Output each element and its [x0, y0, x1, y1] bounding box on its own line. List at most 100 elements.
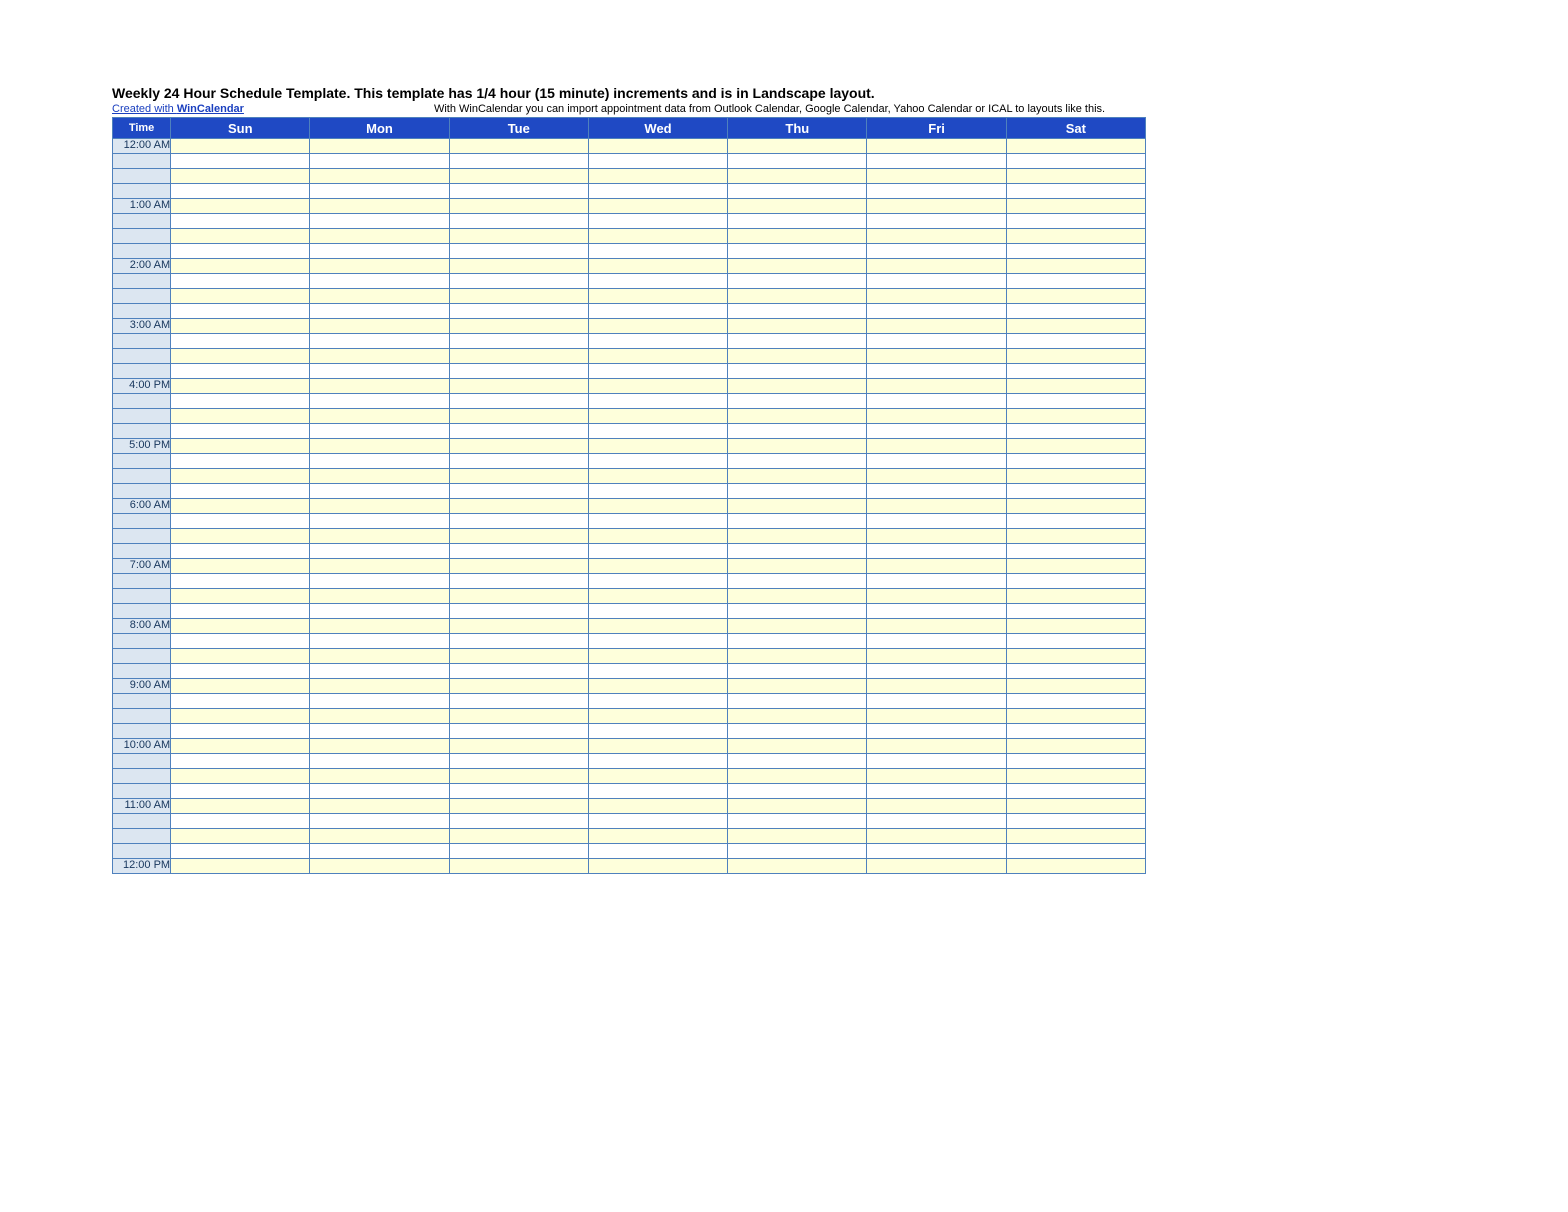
schedule-cell[interactable] [867, 244, 1006, 259]
schedule-cell[interactable] [171, 439, 310, 454]
schedule-cell[interactable] [588, 409, 727, 424]
schedule-cell[interactable] [449, 529, 588, 544]
schedule-cell[interactable] [867, 589, 1006, 604]
schedule-cell[interactable] [728, 439, 867, 454]
schedule-cell[interactable] [310, 499, 449, 514]
schedule-cell[interactable] [728, 544, 867, 559]
schedule-cell[interactable] [588, 544, 727, 559]
schedule-cell[interactable] [449, 634, 588, 649]
schedule-cell[interactable] [1006, 349, 1145, 364]
schedule-cell[interactable] [588, 184, 727, 199]
schedule-cell[interactable] [171, 289, 310, 304]
schedule-cell[interactable] [867, 724, 1006, 739]
schedule-cell[interactable] [171, 514, 310, 529]
schedule-cell[interactable] [867, 154, 1006, 169]
schedule-cell[interactable] [728, 424, 867, 439]
schedule-cell[interactable] [449, 169, 588, 184]
schedule-cell[interactable] [867, 349, 1006, 364]
schedule-cell[interactable] [1006, 439, 1145, 454]
schedule-cell[interactable] [310, 334, 449, 349]
schedule-cell[interactable] [728, 709, 867, 724]
schedule-cell[interactable] [449, 724, 588, 739]
schedule-cell[interactable] [171, 529, 310, 544]
schedule-cell[interactable] [449, 214, 588, 229]
schedule-cell[interactable] [1006, 769, 1145, 784]
schedule-cell[interactable] [1006, 409, 1145, 424]
schedule-cell[interactable] [310, 664, 449, 679]
schedule-cell[interactable] [588, 619, 727, 634]
schedule-cell[interactable] [449, 439, 588, 454]
schedule-cell[interactable] [1006, 574, 1145, 589]
schedule-cell[interactable] [1006, 154, 1145, 169]
schedule-cell[interactable] [867, 799, 1006, 814]
schedule-cell[interactable] [310, 319, 449, 334]
schedule-cell[interactable] [449, 649, 588, 664]
schedule-cell[interactable] [588, 199, 727, 214]
schedule-cell[interactable] [728, 784, 867, 799]
schedule-cell[interactable] [310, 199, 449, 214]
schedule-cell[interactable] [310, 649, 449, 664]
schedule-cell[interactable] [1006, 184, 1145, 199]
schedule-cell[interactable] [449, 289, 588, 304]
schedule-cell[interactable] [728, 604, 867, 619]
schedule-cell[interactable] [728, 484, 867, 499]
schedule-cell[interactable] [867, 424, 1006, 439]
schedule-cell[interactable] [1006, 514, 1145, 529]
schedule-cell[interactable] [171, 334, 310, 349]
schedule-cell[interactable] [171, 829, 310, 844]
schedule-cell[interactable] [588, 529, 727, 544]
schedule-cell[interactable] [867, 484, 1006, 499]
schedule-cell[interactable] [588, 784, 727, 799]
schedule-cell[interactable] [588, 439, 727, 454]
schedule-cell[interactable] [1006, 169, 1145, 184]
schedule-cell[interactable] [1006, 139, 1145, 154]
schedule-cell[interactable] [588, 499, 727, 514]
schedule-cell[interactable] [728, 319, 867, 334]
schedule-cell[interactable] [449, 679, 588, 694]
schedule-cell[interactable] [728, 529, 867, 544]
schedule-cell[interactable] [1006, 694, 1145, 709]
schedule-cell[interactable] [588, 259, 727, 274]
schedule-cell[interactable] [310, 619, 449, 634]
schedule-cell[interactable] [867, 274, 1006, 289]
schedule-cell[interactable] [310, 679, 449, 694]
schedule-cell[interactable] [1006, 664, 1145, 679]
schedule-cell[interactable] [171, 319, 310, 334]
schedule-cell[interactable] [588, 739, 727, 754]
schedule-cell[interactable] [588, 139, 727, 154]
schedule-cell[interactable] [171, 259, 310, 274]
schedule-cell[interactable] [867, 634, 1006, 649]
schedule-cell[interactable] [310, 859, 449, 874]
schedule-cell[interactable] [588, 799, 727, 814]
schedule-cell[interactable] [728, 379, 867, 394]
schedule-cell[interactable] [449, 859, 588, 874]
schedule-cell[interactable] [449, 844, 588, 859]
schedule-cell[interactable] [728, 664, 867, 679]
schedule-cell[interactable] [171, 214, 310, 229]
schedule-cell[interactable] [867, 259, 1006, 274]
schedule-cell[interactable] [728, 754, 867, 769]
schedule-cell[interactable] [588, 454, 727, 469]
schedule-cell[interactable] [728, 619, 867, 634]
schedule-cell[interactable] [310, 574, 449, 589]
schedule-cell[interactable] [310, 829, 449, 844]
schedule-cell[interactable] [1006, 739, 1145, 754]
schedule-cell[interactable] [588, 379, 727, 394]
schedule-cell[interactable] [310, 409, 449, 424]
schedule-cell[interactable] [171, 784, 310, 799]
schedule-cell[interactable] [1006, 604, 1145, 619]
schedule-cell[interactable] [310, 454, 449, 469]
schedule-cell[interactable] [1006, 364, 1145, 379]
schedule-cell[interactable] [310, 814, 449, 829]
schedule-cell[interactable] [1006, 544, 1145, 559]
schedule-cell[interactable] [728, 199, 867, 214]
schedule-cell[interactable] [171, 799, 310, 814]
schedule-cell[interactable] [588, 364, 727, 379]
schedule-cell[interactable] [1006, 589, 1145, 604]
schedule-cell[interactable] [1006, 859, 1145, 874]
schedule-cell[interactable] [449, 484, 588, 499]
schedule-cell[interactable] [728, 844, 867, 859]
credit-link[interactable]: Created with WinCalendar [112, 103, 244, 115]
schedule-cell[interactable] [449, 349, 588, 364]
schedule-cell[interactable] [867, 859, 1006, 874]
